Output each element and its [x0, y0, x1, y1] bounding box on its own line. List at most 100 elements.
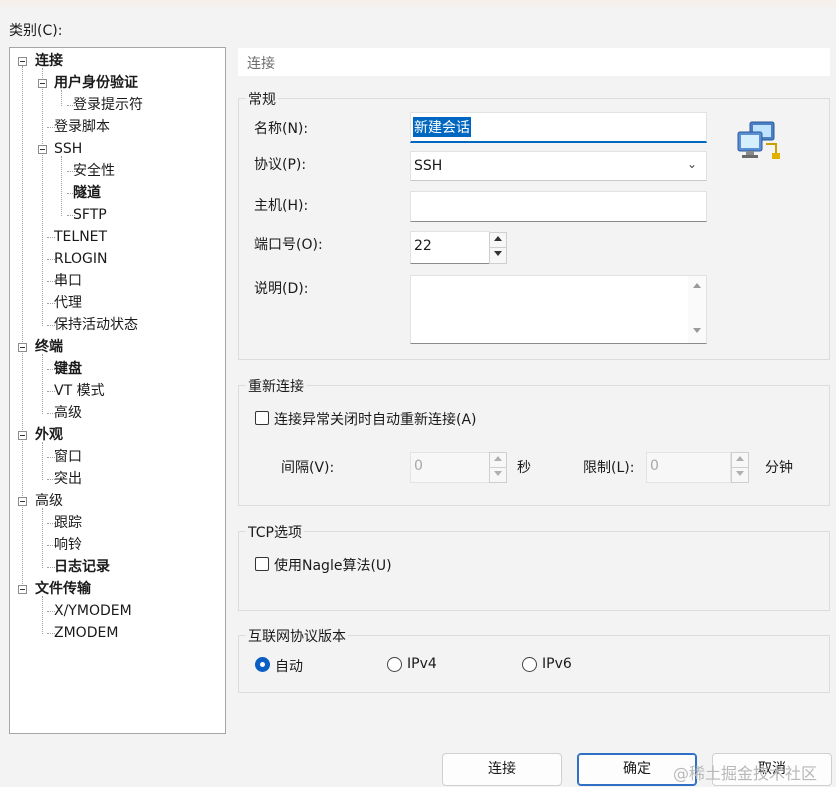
nagle-checkbox[interactable]: [255, 557, 269, 571]
tree-item-trace[interactable]: 跟踪: [54, 513, 82, 533]
spin-up-button[interactable]: [490, 453, 506, 468]
tree-collapse-toggle[interactable]: [38, 145, 47, 154]
port-field[interactable]: 22: [410, 231, 490, 264]
protocol-label: 协议(P):: [254, 157, 307, 173]
tree-item-login-prompt[interactable]: 登录提示符: [73, 95, 143, 115]
tree-item-logging[interactable]: 日志记录: [54, 557, 110, 577]
spin-down-button[interactable]: [732, 468, 748, 483]
tree-item-security[interactable]: 安全性: [73, 161, 115, 181]
spin-up-button[interactable]: [490, 233, 506, 248]
description-scrollbar[interactable]: [688, 276, 706, 343]
scroll-down-icon[interactable]: [693, 328, 701, 333]
title-strip: [0, 0, 836, 10]
tree-line: [42, 596, 43, 634]
port-spinner[interactable]: [489, 232, 507, 264]
tree-line: [22, 66, 23, 594]
description-field[interactable]: [410, 275, 707, 344]
limit-spinner[interactable]: [731, 452, 749, 483]
ipv6-label[interactable]: IPv6: [542, 656, 572, 672]
tree-item-keyboard[interactable]: 键盘: [54, 359, 82, 379]
tree-item-terminal-advanced[interactable]: 高级: [54, 403, 82, 423]
tree-item-login-script[interactable]: 登录脚本: [54, 117, 110, 137]
ipv4-radio[interactable]: [387, 657, 402, 672]
port-field-value: 22: [414, 238, 432, 254]
interval-field-value: 0: [414, 458, 423, 474]
interval-label: 间隔(V):: [281, 460, 335, 476]
tree-item-tunnel[interactable]: 隧道: [73, 183, 101, 203]
tree-item-highlight[interactable]: 突出: [54, 469, 82, 489]
tree-collapse-toggle[interactable]: [18, 497, 27, 506]
tree-item-bell[interactable]: 响铃: [54, 535, 82, 555]
port-label: 端口号(O):: [254, 237, 323, 253]
tree-item-rlogin[interactable]: RLOGIN: [54, 249, 108, 269]
tree-line: [42, 354, 43, 414]
scroll-up-icon[interactable]: [693, 283, 701, 288]
tree-collapse-toggle[interactable]: [18, 57, 27, 66]
reconnect-group-title: 重新连接: [246, 376, 306, 396]
auto-reconnect-label[interactable]: 连接异常关闭时自动重新连接(A): [274, 409, 477, 429]
tree-item-vt-mode[interactable]: VT 模式: [54, 381, 105, 401]
description-label: 说明(D):: [254, 281, 309, 297]
limit-label: 限制(L):: [583, 460, 635, 476]
tree-item-connection[interactable]: 连接: [35, 51, 63, 71]
tree-item-auth[interactable]: 用户身份验证: [54, 73, 138, 93]
tree-item-appearance[interactable]: 外观: [35, 425, 63, 445]
spin-down-button[interactable]: [490, 468, 506, 483]
section-header: 连接: [238, 48, 830, 76]
tree-item-sftp[interactable]: SFTP: [73, 205, 107, 225]
section-title: 连接: [247, 56, 275, 72]
tree-line: [42, 442, 43, 480]
limit-field[interactable]: 0: [646, 452, 731, 483]
tree-collapse-toggle[interactable]: [18, 431, 27, 440]
chevron-down-icon: ⌄: [686, 157, 697, 171]
connect-button[interactable]: 连接: [442, 753, 562, 786]
tree-item-ssh[interactable]: SSH: [54, 139, 82, 159]
arrow-down-icon: [494, 470, 502, 476]
tree-item-advanced[interactable]: 高级: [35, 491, 63, 511]
ipv6-radio[interactable]: [522, 657, 537, 672]
tree-collapse-toggle[interactable]: [38, 79, 47, 88]
interval-unit: 秒: [517, 460, 531, 476]
interval-spinner[interactable]: [489, 452, 507, 483]
protocol-select-value: SSH: [414, 158, 443, 174]
tree-item-window[interactable]: 窗口: [54, 447, 82, 467]
name-field[interactable]: 新建会话: [410, 112, 707, 143]
category-label: 类别(C):: [9, 23, 63, 39]
tree-item-telnet[interactable]: TELNET: [54, 227, 107, 247]
host-label: 主机(H):: [254, 198, 309, 214]
tree-item-proxy[interactable]: 代理: [54, 293, 82, 313]
name-field-value: 新建会话: [413, 117, 471, 137]
tree-item-file-transfer[interactable]: 文件传输: [35, 579, 91, 599]
ip-version-group-title: 互联网协议版本: [246, 626, 348, 646]
category-tree[interactable]: 连接 用户身份验证 登录提示符 登录脚本 SSH 安全性 隧道 SFTP TEL…: [9, 47, 226, 734]
reconnect-group: [238, 385, 830, 506]
ip-auto-radio[interactable]: [255, 657, 270, 672]
tree-collapse-toggle[interactable]: [18, 585, 27, 594]
tree-line: [42, 68, 43, 326]
tree-item-keepalive[interactable]: 保持活动状态: [54, 315, 138, 335]
auto-reconnect-checkbox[interactable]: [255, 411, 269, 425]
tree-line: [42, 508, 43, 568]
ip-auto-label[interactable]: 自动: [275, 656, 303, 676]
ipv4-label[interactable]: IPv4: [407, 656, 437, 672]
limit-unit: 分钟: [765, 460, 793, 476]
tree-item-xymodem[interactable]: X/YMODEM: [54, 601, 132, 621]
tree-collapse-toggle[interactable]: [18, 343, 27, 352]
interval-field[interactable]: 0: [410, 452, 490, 483]
spin-down-button[interactable]: [490, 248, 506, 263]
host-field[interactable]: [410, 191, 707, 222]
arrow-up-icon: [494, 236, 502, 241]
tree-item-terminal[interactable]: 终端: [35, 337, 63, 357]
arrow-up-icon: [494, 456, 502, 461]
arrow-down-icon: [736, 470, 744, 476]
tree-item-zmodem[interactable]: ZMODEM: [54, 623, 118, 643]
tree-line: [61, 156, 62, 216]
general-group-title: 常规: [246, 89, 278, 109]
network-computers-icon: [736, 120, 782, 164]
nagle-label[interactable]: 使用Nagle算法(U): [274, 555, 392, 575]
tree-item-serial[interactable]: 串口: [54, 271, 82, 291]
protocol-select[interactable]: SSH ⌄: [410, 151, 707, 181]
spin-up-button[interactable]: [732, 453, 748, 468]
arrow-up-icon: [736, 456, 744, 461]
name-label: 名称(N):: [254, 121, 309, 137]
